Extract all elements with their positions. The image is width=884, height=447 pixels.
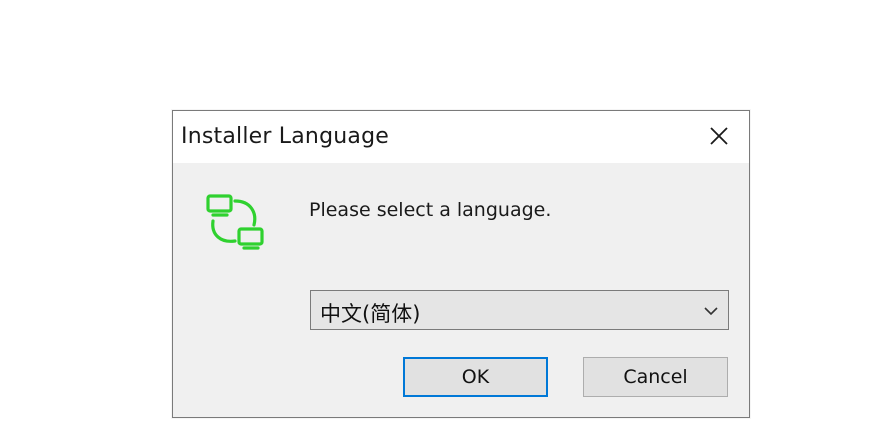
close-icon — [710, 127, 728, 145]
prompt-text: Please select a language. — [309, 199, 552, 221]
title-bar: Installer Language — [173, 111, 749, 163]
cancel-button[interactable]: Cancel — [583, 357, 728, 397]
installer-language-dialog: Installer Language Please select a langu… — [172, 110, 750, 418]
close-button[interactable] — [689, 111, 749, 161]
language-select-value: 中文(简体) — [320, 302, 421, 326]
dialog-title: Installer Language — [181, 124, 389, 149]
network-computers-icon — [206, 194, 264, 250]
ok-button[interactable]: OK — [403, 357, 548, 397]
chevron-down-icon — [704, 307, 718, 316]
language-select[interactable]: 中文(简体) — [310, 290, 729, 330]
